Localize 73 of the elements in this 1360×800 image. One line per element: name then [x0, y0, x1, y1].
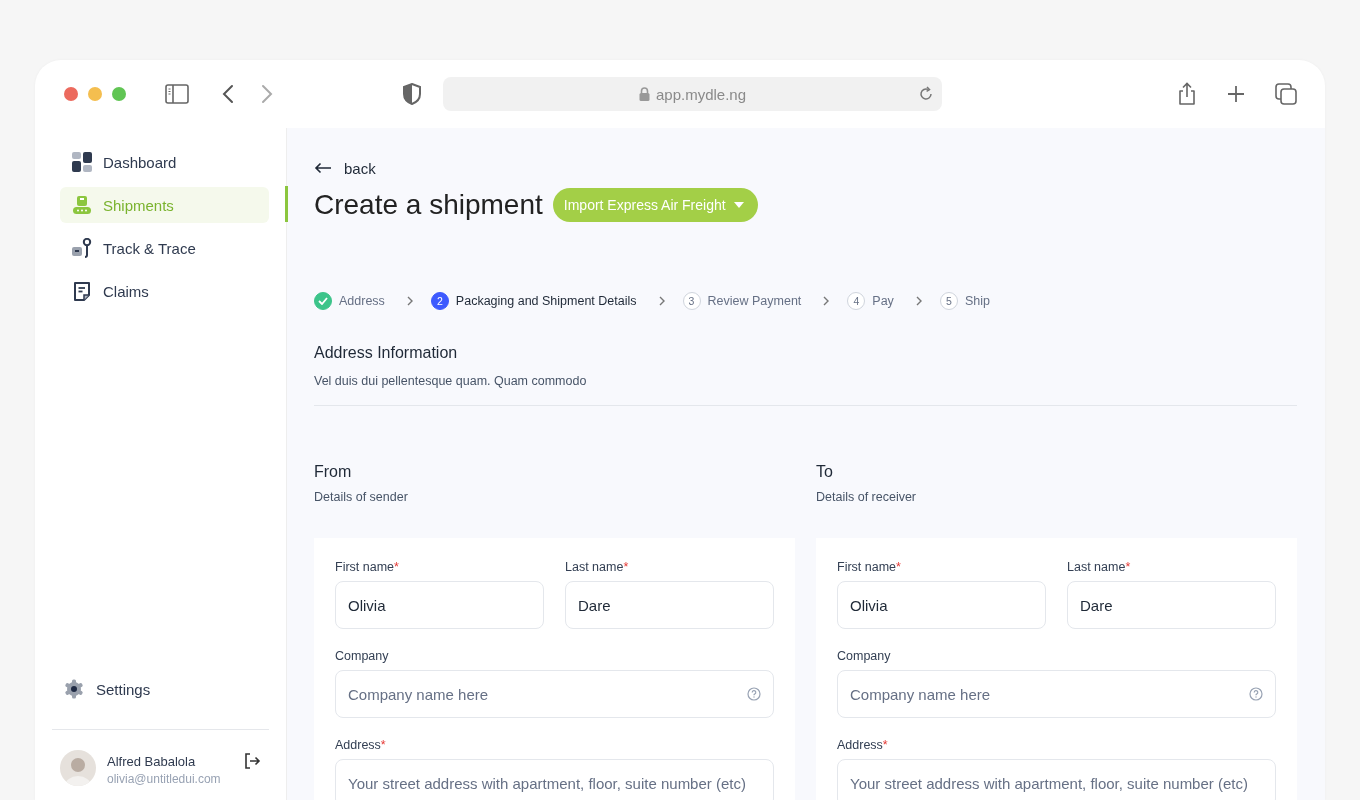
- input-field[interactable]: Olivia: [837, 581, 1046, 629]
- step-number: 2: [430, 292, 449, 310]
- field-label: Company: [335, 649, 389, 663]
- user-name: Alfred Babalola: [107, 754, 197, 769]
- logout-icon[interactable]: [243, 752, 261, 770]
- chevron-icon: [822, 296, 831, 306]
- chevron-icon: [405, 296, 414, 306]
- field-label: Address: [335, 738, 381, 752]
- back-link[interactable]: back: [314, 158, 1297, 178]
- arrow-left-icon: [314, 162, 332, 174]
- required-mark: *: [1125, 560, 1131, 574]
- share-icon[interactable]: [1177, 82, 1197, 106]
- help-icon[interactable]: [747, 687, 761, 701]
- input-field[interactable]: Your street address with apartment, floor, suite number (etc): [335, 759, 774, 800]
- required-mark: *: [896, 560, 901, 574]
- box-pin-icon: [72, 238, 92, 258]
- tabs-icon[interactable]: [1275, 83, 1297, 105]
- url-text: app.mydle.ng: [655, 85, 747, 103]
- required-mark: *: [394, 560, 399, 574]
- required-mark: *: [882, 738, 888, 752]
- user-email: olivia@untitledui.com: [107, 772, 222, 786]
- step[interactable]: 2 Packaging and Shipment Details: [430, 292, 637, 310]
- step-number: 3: [682, 292, 701, 310]
- party-title: From: [314, 463, 353, 481]
- required-mark: *: [623, 560, 629, 574]
- gear-icon: [64, 679, 84, 699]
- field-label: Last name: [1067, 560, 1126, 574]
- chevron-icon: [657, 296, 666, 306]
- avatar: [60, 750, 96, 786]
- step[interactable]: 5 Ship: [939, 292, 990, 310]
- step[interactable]: Address: [314, 292, 385, 310]
- step-number: 4: [847, 292, 866, 310]
- check-icon: [314, 292, 332, 310]
- input-field[interactable]: Company name here: [837, 670, 1276, 718]
- help-icon[interactable]: [1249, 687, 1263, 701]
- field-label: Company: [837, 649, 891, 663]
- step[interactable]: 4 Pay: [847, 292, 894, 310]
- input-field[interactable]: Olivia: [335, 581, 544, 629]
- reload-icon[interactable]: [918, 86, 934, 102]
- page-title: Create a shipment: [314, 189, 543, 221]
- conveyor-icon: [72, 195, 92, 215]
- party-subtitle: Details of sender: [314, 490, 409, 504]
- sidebar-icon[interactable]: [165, 84, 189, 104]
- field-label: Last name: [565, 560, 624, 574]
- field-label: First name: [335, 560, 395, 574]
- nav-item[interactable]: Dashboard: [60, 144, 269, 180]
- required-mark: *: [380, 738, 386, 752]
- settings-item[interactable]: Settings: [52, 671, 269, 707]
- field-label: Address: [837, 738, 883, 752]
- party-title: To: [816, 463, 834, 481]
- step-number: 5: [939, 292, 958, 310]
- close-button[interactable]: [64, 87, 78, 101]
- section-description: Vel duis dui pellentesque quam. Quam commodo: [314, 374, 588, 388]
- address-bar[interactable]: app.mydle.ng: [443, 77, 942, 111]
- chevron-icon: [914, 296, 923, 306]
- dashboard-icon: [72, 152, 92, 172]
- caret-icon: [733, 202, 744, 208]
- step[interactable]: 3 Review Payment: [682, 292, 802, 310]
- input-field[interactable]: Your street address with apartment, floor, suite number (etc): [837, 759, 1276, 800]
- nav-item[interactable]: Track & Trace: [60, 230, 269, 266]
- nav-item[interactable]: Claims: [60, 273, 269, 309]
- input-field[interactable]: Dare: [565, 581, 774, 629]
- note-icon: [72, 281, 92, 301]
- back-icon[interactable]: [222, 84, 234, 104]
- lock-icon: [638, 87, 650, 101]
- field-label: First name: [837, 560, 897, 574]
- new-tab-icon[interactable]: [1226, 84, 1246, 104]
- active-indicator: [285, 186, 288, 222]
- shield-icon[interactable]: [403, 83, 421, 105]
- party-subtitle: Details of receiver: [816, 490, 918, 504]
- section-title: Address Information: [314, 344, 459, 362]
- input-field[interactable]: Company name here: [335, 670, 774, 718]
- input-field[interactable]: Dare: [1067, 581, 1276, 629]
